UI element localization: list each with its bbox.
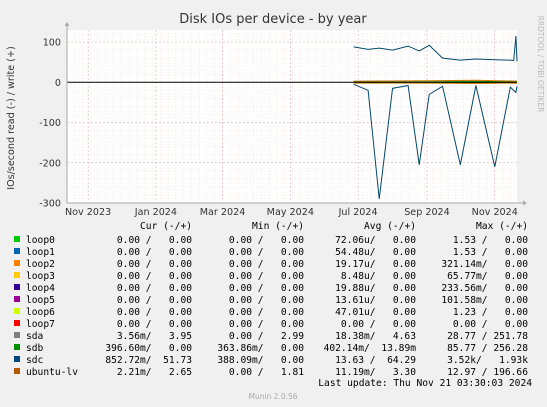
legend-header: Avg (-/+)	[364, 221, 416, 232]
legend-avg-loop4: 19.88u/ 0.00	[335, 283, 416, 294]
legend-cur-sda: 3.56m/ 3.95	[117, 331, 192, 342]
legend-min-sdb: 363.86m/ 0.00	[217, 343, 304, 354]
legend: Cur (-/+) Min (-/+) Avg (-/+) Max (-/+) loop…	[14, 221, 528, 378]
legend-name-ubuntu-lv: ubuntu-lv	[26, 367, 78, 378]
legend-swatch-sdc	[14, 356, 20, 362]
legend-max-ubuntu-lv: 12.97 / 196.66	[447, 367, 528, 378]
legend-cur-loop1: 0.00 / 0.00	[117, 247, 192, 258]
legend-max-loop4: 233.56m/ 0.00	[441, 283, 528, 294]
legend-swatch-ubuntu-lv	[14, 368, 20, 374]
legend-name-loop7: loop7	[26, 319, 55, 330]
y-tick-label: 0	[55, 78, 61, 89]
legend-cur-loop6: 0.00 / 0.00	[117, 307, 192, 318]
legend-avg-loop3: 8.48u/ 0.00	[341, 271, 416, 282]
legend-min-loop6: 0.00 / 0.00	[229, 307, 304, 318]
legend-max-loop6: 1.23 / 0.00	[453, 307, 528, 318]
legend-avg-sda: 18.38m/ 4.63	[335, 331, 416, 342]
legend-swatch-loop0	[14, 236, 20, 242]
legend-name-sda: sda	[26, 331, 43, 342]
legend-min-sda: 0.00 / 2.99	[229, 331, 304, 342]
legend-min-loop0: 0.00 / 0.00	[229, 235, 304, 246]
x-tick-label: Nov 2023	[65, 207, 111, 218]
legend-name-loop6: loop6	[26, 307, 55, 318]
legend-cur-loop5: 0.00 / 0.00	[117, 295, 192, 306]
legend-max-loop5: 101.58m/ 0.00	[441, 295, 528, 306]
legend-avg-ubuntu-lv: 11.19m/ 3.30	[335, 367, 416, 378]
legend-swatch-loop3	[14, 272, 20, 278]
legend-swatch-sda	[14, 332, 20, 338]
munin-footer: Munin 2.0.56	[248, 392, 297, 401]
legend-header: Cur (-/+)	[140, 221, 192, 232]
legend-swatch-loop1	[14, 248, 20, 254]
legend-max-loop1: 1.53 / 0.00	[453, 247, 528, 258]
legend-name-loop3: loop3	[26, 271, 55, 282]
x-tick-label: Sep 2024	[404, 207, 450, 218]
y-tick-label: -100	[39, 118, 61, 129]
legend-max-loop7: 0.00 / 0.00	[453, 319, 528, 330]
legend-max-sdc: 3.52k/ 1.93k	[447, 355, 528, 366]
legend-name-sdc: sdc	[26, 355, 43, 366]
legend-name-loop2: loop2	[26, 259, 55, 270]
x-tick-label: Jan 2024	[134, 207, 177, 218]
legend-min-loop5: 0.00 / 0.00	[229, 295, 304, 306]
legend-name-loop0: loop0	[26, 235, 55, 246]
legend-max-sdb: 85.77 / 256.28	[447, 343, 528, 354]
legend-swatch-loop6	[14, 308, 20, 314]
legend-min-loop7: 0.00 / 0.00	[229, 319, 304, 330]
chart-title: Disk IOs per device - by year	[179, 12, 367, 27]
legend-avg-loop1: 54.48u/ 0.00	[335, 247, 416, 258]
legend-min-loop1: 0.00 / 0.00	[229, 247, 304, 258]
x-axis-arrow	[523, 200, 527, 206]
legend-swatch-loop7	[14, 320, 20, 326]
rrdtool-side-label: RRDTOOL / TOBI OETIKER	[536, 16, 545, 113]
y-tick-label: 100	[43, 38, 61, 49]
legend-avg-loop2: 19.17u/ 0.00	[335, 259, 416, 270]
legend-swatch-sdb	[14, 344, 20, 350]
legend-avg-sdb: 402.14m/ 13.89m	[324, 343, 417, 354]
legend-cur-loop2: 0.00 / 0.00	[117, 259, 192, 270]
legend-swatch-loop2	[14, 260, 20, 266]
legend-cur-sdc: 852.72m/ 51.73	[105, 355, 192, 366]
legend-max-loop2: 321.14m/ 0.00	[441, 259, 528, 270]
x-tick-label: Nov 2024	[472, 207, 518, 218]
legend-avg-sdc: 13.63 / 64.29	[335, 355, 416, 366]
legend-max-loop3: 65.77m/ 0.00	[447, 271, 528, 282]
legend-avg-loop5: 13.61u/ 0.00	[335, 295, 416, 306]
last-update: Last update: Thu Nov 21 03:30:03 2024	[318, 378, 532, 389]
legend-avg-loop6: 47.01u/ 0.00	[335, 307, 416, 318]
legend-max-loop0: 1.53 / 0.00	[453, 235, 528, 246]
legend-cur-ubuntu-lv: 2.21m/ 2.65	[117, 367, 192, 378]
y-axis-label: IOs/second read (-) / write (+)	[6, 46, 17, 190]
legend-min-loop2: 0.00 / 0.00	[229, 259, 304, 270]
legend-cur-loop0: 0.00 / 0.00	[117, 235, 192, 246]
legend-cur-loop4: 0.00 / 0.00	[117, 283, 192, 294]
x-tick-label: Mar 2024	[200, 207, 246, 218]
legend-min-ubuntu-lv: 0.00 / 1.81	[229, 367, 304, 378]
legend-name-loop4: loop4	[26, 283, 55, 294]
legend-cur-sdb: 396.60m/ 0.00	[105, 343, 192, 354]
legend-avg-loop0: 72.06u/ 0.00	[335, 235, 416, 246]
legend-swatch-loop4	[14, 284, 20, 290]
y-axis-arrow	[64, 22, 70, 26]
legend-header: Min (-/+)	[252, 221, 304, 232]
legend-min-loop4: 0.00 / 0.00	[229, 283, 304, 294]
x-tick-label: Jul 2024	[338, 207, 378, 218]
disk-io-chart: Disk IOs per device - by year IOs/second…	[6, 12, 545, 401]
legend-cur-loop3: 0.00 / 0.00	[117, 271, 192, 282]
legend-max-sda: 28.77 / 251.78	[447, 331, 528, 342]
legend-name-loop5: loop5	[26, 295, 55, 306]
legend-name-loop1: loop1	[26, 247, 55, 258]
legend-name-sdb: sdb	[26, 343, 44, 354]
y-tick-label: -200	[39, 158, 61, 169]
legend-min-loop3: 0.00 / 0.00	[229, 271, 304, 282]
x-tick-label: May 2024	[267, 207, 314, 218]
y-tick-label: -300	[39, 199, 61, 210]
legend-avg-loop7: 0.00 / 0.00	[341, 319, 416, 330]
legend-swatch-loop5	[14, 296, 20, 302]
legend-header: Max (-/+)	[476, 221, 528, 232]
legend-cur-loop7: 0.00 / 0.00	[117, 319, 192, 330]
legend-min-sdc: 388.09m/ 0.00	[217, 355, 304, 366]
